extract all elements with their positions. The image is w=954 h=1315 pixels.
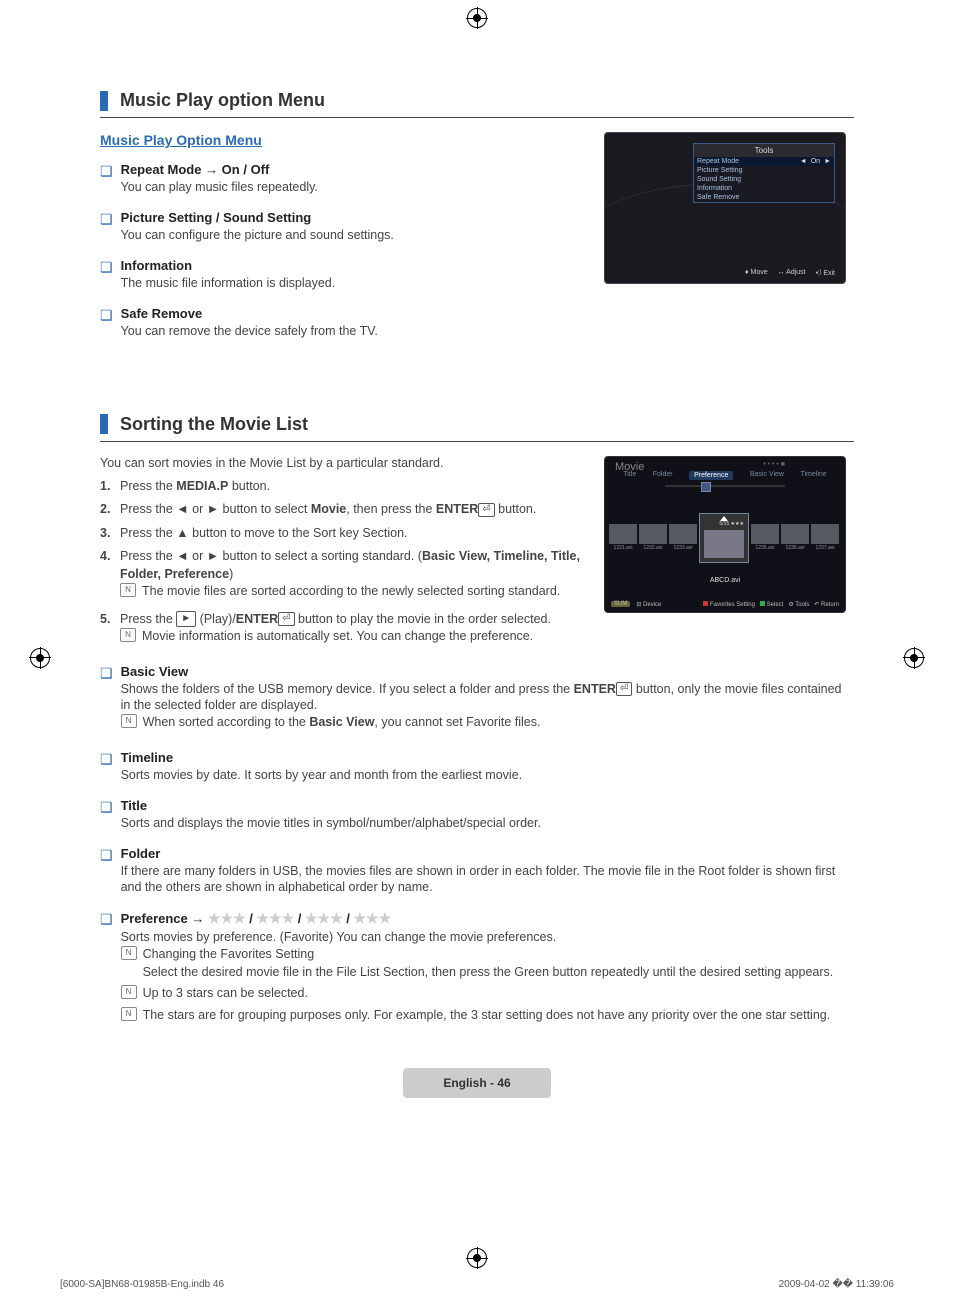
tools-header: Tools — [694, 144, 834, 157]
option-item: ❑ Timeline Sorts movies by date. It sort… — [100, 750, 854, 784]
note-text: When sorted according to the Basic View,… — [143, 714, 541, 732]
subsection-title: Music Play Option Menu — [100, 132, 584, 148]
note-text: The movie files are sorted according to … — [142, 583, 560, 601]
enter-icon: ⏎ — [616, 682, 632, 696]
option-desc: You can play music files repeatedly. — [121, 179, 318, 196]
tools-menu-screenshot: Tools Repeat Mode ◄On► Picture Setting S… — [604, 132, 846, 284]
option-title: Basic View — [121, 664, 854, 679]
movie-footer: SUM ⊟ Device Favorites Setting Select ⚙ … — [611, 601, 839, 608]
registration-mark-icon — [904, 648, 924, 668]
step-text: Press the MEDIA.P button. — [120, 478, 270, 496]
tools-row: Sound Setting — [694, 175, 834, 184]
step-text: Press the ◄ or ► button to select Movie,… — [120, 501, 536, 519]
page-number-badge: English - 46 — [403, 1068, 550, 1098]
section-title: Music Play option Menu — [120, 90, 325, 111]
option-title: Picture Setting / Sound Setting — [121, 210, 394, 225]
bullet-icon: ❑ — [100, 846, 113, 897]
enter-icon: ⏎ — [478, 503, 494, 517]
step-text: Press the ▲ button to move to the Sort k… — [120, 525, 408, 543]
movie-thumbnail-strip: 1231.avi 1232.avi 1233.avi 5/15 ★★★ 1235… — [605, 512, 845, 564]
section-title: Sorting the Movie List — [120, 414, 308, 435]
tools-row: Information — [694, 184, 834, 193]
step-item: 2.Press the ◄ or ► button to select Movi… — [100, 501, 584, 519]
option-title: Folder — [121, 846, 854, 861]
tools-row: Picture Setting — [694, 166, 834, 175]
option-title: Title — [121, 798, 541, 813]
step-list: 1.Press the MEDIA.P button. 2.Press the … — [100, 478, 584, 650]
option-item: ❑ Repeat Mode → On / Off You can play mu… — [100, 162, 584, 196]
registration-mark-icon — [467, 8, 487, 28]
note-text: Up to 3 stars can be selected. — [143, 985, 308, 1003]
bullet-icon: ❑ — [100, 162, 113, 196]
tools-row: Safe Remove — [694, 193, 834, 202]
option-item: ❑ Folder If there are many folders in US… — [100, 846, 854, 897]
step-text: Press the ◄ or ► button to select a sort… — [120, 548, 584, 583]
doc-timestamp: 2009-04-02 �� 11:39:06 — [779, 1279, 894, 1290]
step-item: 1.Press the MEDIA.P button. — [100, 478, 584, 496]
bullet-icon: ❑ — [100, 798, 113, 832]
option-desc: Sorts movies by preference. (Favorite) Y… — [121, 929, 834, 946]
bullet-icon: ❑ — [100, 910, 113, 1028]
selected-thumbnail: 5/15 ★★★ — [699, 513, 749, 563]
tools-footer: ♦ Move ↔ Adjust •ℐ Exit — [745, 269, 835, 277]
note-icon: N — [121, 946, 137, 960]
option-desc: You can remove the device safely from th… — [121, 323, 378, 340]
note-icon: N — [120, 583, 136, 597]
option-item: ❑ Safe Remove You can remove the device … — [100, 306, 584, 340]
note-text: Changing the Favorites Setting Select th… — [143, 946, 834, 981]
registration-mark-icon — [30, 648, 50, 668]
note-icon: N — [121, 1007, 137, 1021]
bullet-icon: ❑ — [100, 306, 113, 340]
option-item: ❑ Title Sorts and displays the movie tit… — [100, 798, 854, 832]
option-item: ❑ Basic View Shows the folders of the US… — [100, 664, 854, 736]
option-title: Information — [121, 258, 336, 273]
bullet-icon: ❑ — [100, 258, 113, 292]
play-icon: ► — [176, 611, 196, 627]
divider — [100, 441, 854, 442]
divider — [100, 117, 854, 118]
option-desc: Sorts and displays the movie titles in s… — [121, 815, 541, 832]
option-title: Timeline — [121, 750, 523, 765]
option-title: Preference → ★★★ / ★★★ / ★★★ / ★★★ — [121, 910, 834, 927]
option-item: ❑ Preference → ★★★ / ★★★ / ★★★ / ★★★ Sor… — [100, 910, 854, 1028]
step-item: 4.Press the ◄ or ► button to select a so… — [100, 548, 584, 605]
step-item: 5.Press the ► (Play)/ENTER⏎ button to pl… — [100, 611, 584, 650]
note-icon: N — [120, 628, 136, 642]
option-desc: You can configure the picture and sound … — [121, 227, 394, 244]
page-footer: English - 46 — [100, 1068, 854, 1098]
section-header: Music Play option Menu — [100, 90, 854, 111]
doc-filename: [6000-SA]BN68-01985B-Eng.indb 46 — [60, 1279, 224, 1290]
option-desc: The music file information is displayed. — [121, 275, 336, 292]
step-item: 3.Press the ▲ button to move to the Sort… — [100, 525, 584, 543]
movie-list-screenshot: Movie • • • • ■ Title Folder Preference … — [604, 456, 846, 613]
section-intro: You can sort movies in the Movie List by… — [100, 456, 584, 470]
registration-mark-icon — [467, 1248, 487, 1268]
note-text: The stars are for grouping purposes only… — [143, 1007, 831, 1025]
note-icon: N — [121, 714, 137, 728]
enter-icon: ⏎ — [278, 612, 294, 626]
note-text: Movie information is automatically set. … — [142, 628, 533, 646]
bullet-icon: ❑ — [100, 750, 113, 784]
section-accent-bar — [100, 414, 108, 434]
tools-row-selected: Repeat Mode ◄On► — [694, 157, 834, 166]
note-icon: N — [121, 985, 137, 999]
option-desc: If there are many folders in USB, the mo… — [121, 863, 854, 897]
option-item: ❑ Information The music file information… — [100, 258, 584, 292]
option-title: Repeat Mode → On / Off — [121, 162, 318, 177]
movie-tabs: Title Folder Preference Basic View Timel… — [615, 471, 835, 480]
step-text: Press the ► (Play)/ENTER⏎ button to play… — [120, 611, 551, 629]
selected-movie-name: ABCD.avi — [605, 577, 845, 584]
tools-popup: Tools Repeat Mode ◄On► Picture Setting S… — [693, 143, 835, 203]
bullet-icon: ❑ — [100, 210, 113, 244]
option-item: ❑ Picture Setting / Sound Setting You ca… — [100, 210, 584, 244]
star-icon: ★★★ — [208, 910, 246, 926]
document-metadata: [6000-SA]BN68-01985B-Eng.indb 46 2009-04… — [60, 1279, 894, 1290]
bullet-icon: ❑ — [100, 664, 113, 736]
option-title: Safe Remove — [121, 306, 378, 321]
section-accent-bar — [100, 91, 108, 111]
section-header: Sorting the Movie List — [100, 414, 854, 435]
option-desc: Sorts movies by date. It sorts by year a… — [121, 767, 523, 784]
option-desc: Shows the folders of the USB memory devi… — [121, 681, 854, 715]
